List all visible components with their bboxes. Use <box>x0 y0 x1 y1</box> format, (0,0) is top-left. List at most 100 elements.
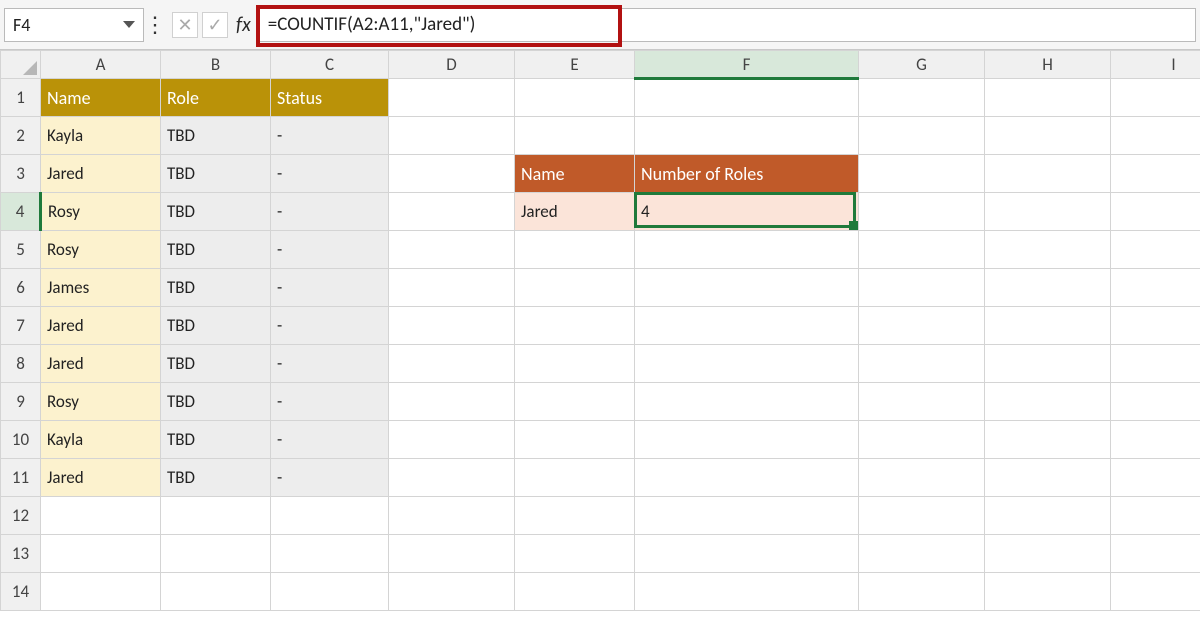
row-header-9[interactable]: 9 <box>1 383 41 421</box>
cell-E3[interactable]: Name <box>515 155 635 193</box>
cell-F3[interactable]: Number of Roles <box>635 155 859 193</box>
cell-G8[interactable] <box>859 345 985 383</box>
cell-I13[interactable] <box>1111 535 1200 573</box>
cell-A8[interactable]: Jared <box>41 345 161 383</box>
cell-B1[interactable]: Role <box>161 79 271 117</box>
formula-input-extension[interactable] <box>619 8 1196 42</box>
cell-B13[interactable] <box>161 535 271 573</box>
cell-D6[interactable] <box>389 269 515 307</box>
cell-A10[interactable]: Kayla <box>41 421 161 459</box>
cell-G2[interactable] <box>859 117 985 155</box>
cell-A14[interactable] <box>41 573 161 611</box>
cell-C5[interactable]: - <box>271 231 389 269</box>
cell-H3[interactable] <box>985 155 1111 193</box>
cell-A5[interactable]: Rosy <box>41 231 161 269</box>
cell-H14[interactable] <box>985 573 1111 611</box>
cell-F13[interactable] <box>635 535 859 573</box>
col-header-A[interactable]: A <box>41 51 161 79</box>
row-header-10[interactable]: 10 <box>1 421 41 459</box>
cell-H9[interactable] <box>985 383 1111 421</box>
cell-A1[interactable]: Name <box>41 79 161 117</box>
cell-B3[interactable]: TBD <box>161 155 271 193</box>
cell-G7[interactable] <box>859 307 985 345</box>
cell-G3[interactable] <box>859 155 985 193</box>
cell-A11[interactable]: Jared <box>41 459 161 497</box>
cell-C10[interactable]: - <box>271 421 389 459</box>
cell-F10[interactable] <box>635 421 859 459</box>
formula-input[interactable]: =COUNTIF(A2:A11,"Jared") <box>259 8 619 42</box>
cell-C1[interactable]: Status <box>271 79 389 117</box>
cell-D10[interactable] <box>389 421 515 459</box>
col-header-F[interactable]: F <box>635 51 859 79</box>
cell-F4[interactable]: 4 <box>635 193 859 231</box>
row-header-13[interactable]: 13 <box>1 535 41 573</box>
cell-E5[interactable] <box>515 231 635 269</box>
name-box[interactable]: F4 <box>4 8 144 42</box>
cell-E4[interactable]: Jared <box>515 193 635 231</box>
cell-A4[interactable]: Rosy <box>41 193 161 231</box>
cell-D2[interactable] <box>389 117 515 155</box>
cell-C11[interactable]: - <box>271 459 389 497</box>
cell-E8[interactable] <box>515 345 635 383</box>
cell-D7[interactable] <box>389 307 515 345</box>
row-header-5[interactable]: 5 <box>1 231 41 269</box>
cell-E2[interactable] <box>515 117 635 155</box>
cell-E10[interactable] <box>515 421 635 459</box>
cell-B14[interactable] <box>161 573 271 611</box>
cell-D13[interactable] <box>389 535 515 573</box>
cell-F11[interactable] <box>635 459 859 497</box>
cell-E7[interactable] <box>515 307 635 345</box>
cell-B10[interactable]: TBD <box>161 421 271 459</box>
select-all-corner[interactable] <box>1 51 41 79</box>
col-header-H[interactable]: H <box>985 51 1111 79</box>
col-header-D[interactable]: D <box>389 51 515 79</box>
col-header-B[interactable]: B <box>161 51 271 79</box>
cell-G5[interactable] <box>859 231 985 269</box>
cell-C13[interactable] <box>271 535 389 573</box>
cell-H2[interactable] <box>985 117 1111 155</box>
cell-I7[interactable] <box>1111 307 1200 345</box>
cell-D4[interactable] <box>389 193 515 231</box>
cell-A13[interactable] <box>41 535 161 573</box>
chevron-down-icon[interactable] <box>123 21 135 28</box>
cell-B7[interactable]: TBD <box>161 307 271 345</box>
cell-C8[interactable]: - <box>271 345 389 383</box>
cell-I3[interactable] <box>1111 155 1200 193</box>
cell-C12[interactable] <box>271 497 389 535</box>
cell-F8[interactable] <box>635 345 859 383</box>
cell-C9[interactable]: - <box>271 383 389 421</box>
cell-D5[interactable] <box>389 231 515 269</box>
cell-B5[interactable]: TBD <box>161 231 271 269</box>
cell-F1[interactable] <box>635 79 859 117</box>
cell-H10[interactable] <box>985 421 1111 459</box>
cell-D11[interactable] <box>389 459 515 497</box>
cell-F14[interactable] <box>635 573 859 611</box>
cell-A2[interactable]: Kayla <box>41 117 161 155</box>
cell-G12[interactable] <box>859 497 985 535</box>
row-header-2[interactable]: 2 <box>1 117 41 155</box>
cell-D8[interactable] <box>389 345 515 383</box>
row-header-12[interactable]: 12 <box>1 497 41 535</box>
cell-D1[interactable] <box>389 79 515 117</box>
cell-H13[interactable] <box>985 535 1111 573</box>
cell-E9[interactable] <box>515 383 635 421</box>
cell-I4[interactable] <box>1111 193 1200 231</box>
cell-G9[interactable] <box>859 383 985 421</box>
row-header-14[interactable]: 14 <box>1 573 41 611</box>
cell-I2[interactable] <box>1111 117 1200 155</box>
cell-F5[interactable] <box>635 231 859 269</box>
row-header-1[interactable]: 1 <box>1 79 41 117</box>
cancel-formula-button[interactable]: ✕ <box>172 12 198 38</box>
cell-B11[interactable]: TBD <box>161 459 271 497</box>
cell-D14[interactable] <box>389 573 515 611</box>
cell-E1[interactable] <box>515 79 635 117</box>
cell-B8[interactable]: TBD <box>161 345 271 383</box>
cell-E12[interactable] <box>515 497 635 535</box>
row-header-7[interactable]: 7 <box>1 307 41 345</box>
cell-D12[interactable] <box>389 497 515 535</box>
cell-A9[interactable]: Rosy <box>41 383 161 421</box>
vertical-dots-icon[interactable]: ⋮ <box>144 11 166 38</box>
cell-B9[interactable]: TBD <box>161 383 271 421</box>
row-header-6[interactable]: 6 <box>1 269 41 307</box>
cell-B4[interactable]: TBD <box>161 193 271 231</box>
